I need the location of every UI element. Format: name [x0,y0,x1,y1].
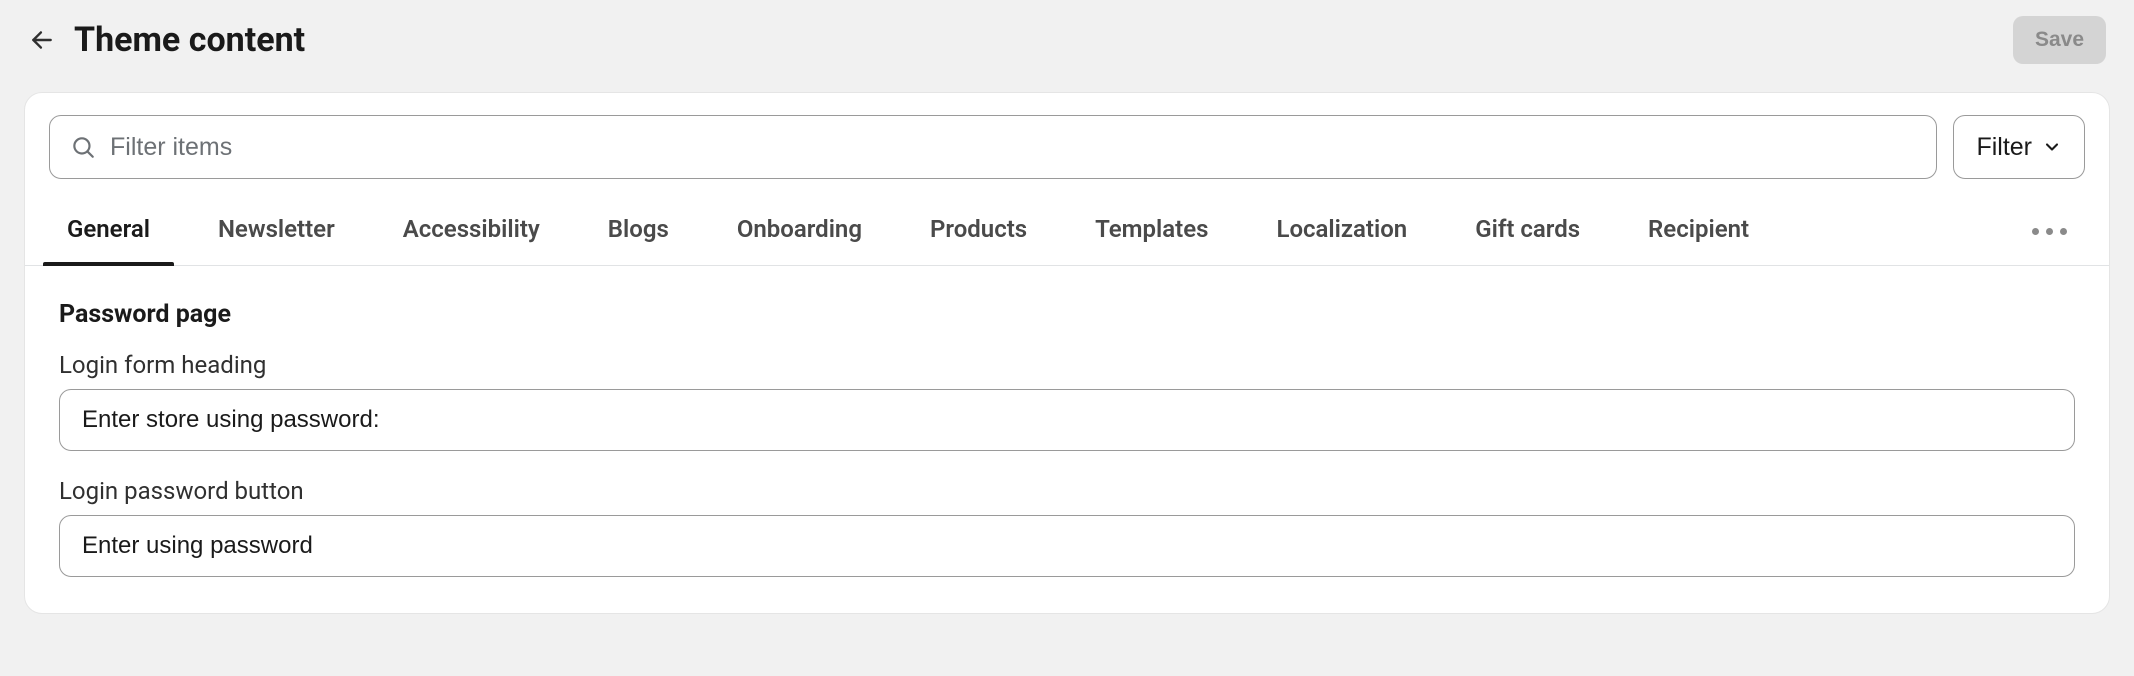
header-left: Theme content [28,20,305,60]
field-label-login-heading: Login form heading [59,351,2075,379]
back-arrow-icon[interactable] [28,26,56,54]
tabs-more-icon[interactable] [2022,218,2077,245]
tabs: General Newsletter Accessibility Blogs O… [25,197,2109,266]
page-title: Theme content [74,20,305,60]
chevron-down-icon [2042,137,2062,157]
input-login-password-button[interactable] [59,515,2075,577]
search-icon [70,134,96,160]
search-box[interactable] [49,115,1937,179]
tab-blogs[interactable]: Blogs [598,197,679,265]
tab-localization[interactable]: Localization [1266,197,1417,265]
input-login-form-heading[interactable] [59,389,2075,451]
save-button[interactable]: Save [2013,16,2106,64]
page-header: Theme content Save [0,0,2134,92]
filter-button[interactable]: Filter [1953,115,2085,179]
tab-gift-cards[interactable]: Gift cards [1465,197,1590,265]
tab-newsletter[interactable]: Newsletter [208,197,345,265]
tab-general[interactable]: General [57,197,160,265]
field-label-login-button: Login password button [59,477,2075,505]
tab-products[interactable]: Products [920,197,1037,265]
tab-templates[interactable]: Templates [1085,197,1218,265]
search-row: Filter [25,115,2109,179]
content-area: Password page Login form heading Login p… [25,266,2109,613]
search-input[interactable] [110,133,1916,162]
section-title: Password page [59,300,2075,329]
tab-onboarding[interactable]: Onboarding [727,197,872,265]
tab-accessibility[interactable]: Accessibility [393,197,550,265]
tab-recipient[interactable]: Recipient [1638,197,1759,265]
filter-button-label: Filter [1976,133,2032,162]
content-card: Filter General Newsletter Accessibility … [24,92,2110,614]
